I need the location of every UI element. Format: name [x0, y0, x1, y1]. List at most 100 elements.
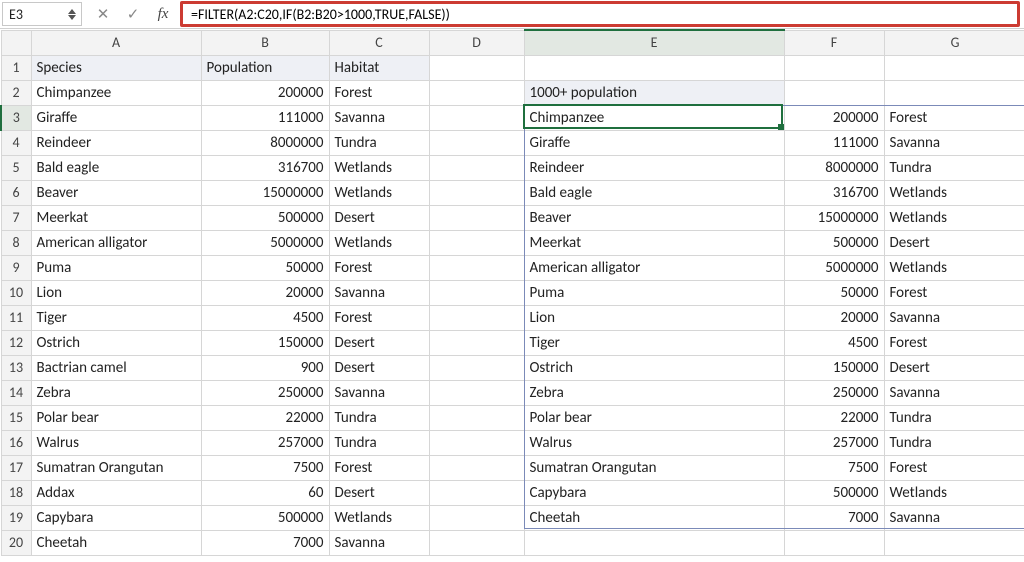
cell-F17[interactable]: 7500 [784, 455, 884, 480]
cell-E10[interactable]: Puma [524, 280, 784, 305]
cell-A13[interactable]: Bactrian camel [31, 355, 201, 380]
cell-D2[interactable] [429, 80, 524, 105]
cell-D16[interactable] [429, 430, 524, 455]
column-header-C[interactable]: C [329, 30, 429, 55]
accept-icon[interactable]: ✓ [124, 5, 142, 23]
cell-E13[interactable]: Ostrich [524, 355, 784, 380]
row-header-10[interactable]: 10 [1, 280, 31, 305]
row-header-2[interactable]: 2 [1, 80, 31, 105]
row-header-3[interactable]: 3 [1, 105, 31, 130]
cell-D20[interactable] [429, 530, 524, 555]
cell-G16[interactable]: Tundra [884, 430, 1024, 455]
cell-D7[interactable] [429, 205, 524, 230]
cell-E11[interactable]: Lion [524, 305, 784, 330]
cell-G11[interactable]: Savanna [884, 305, 1024, 330]
cell-C14[interactable]: Savanna [329, 380, 429, 405]
cell-B18[interactable]: 60 [201, 480, 329, 505]
cell-E12[interactable]: Tiger [524, 330, 784, 355]
row-header-15[interactable]: 15 [1, 405, 31, 430]
cell-F6[interactable]: 316700 [784, 180, 884, 205]
cell-A14[interactable]: Zebra [31, 380, 201, 405]
row-header-11[interactable]: 11 [1, 305, 31, 330]
cell-D9[interactable] [429, 255, 524, 280]
cell-D11[interactable] [429, 305, 524, 330]
cell-C20[interactable]: Savanna [329, 530, 429, 555]
cell-G9[interactable]: Wetlands [884, 255, 1024, 280]
cell-G14[interactable]: Savanna [884, 380, 1024, 405]
cell-B7[interactable]: 500000 [201, 205, 329, 230]
row-header-13[interactable]: 13 [1, 355, 31, 380]
row-header-12[interactable]: 12 [1, 330, 31, 355]
cell-E3[interactable]: Chimpanzee [524, 105, 784, 130]
cell-C18[interactable]: Desert [329, 480, 429, 505]
cell-E9[interactable]: American alligator [524, 255, 784, 280]
cell-B4[interactable]: 8000000 [201, 130, 329, 155]
cell-F14[interactable]: 250000 [784, 380, 884, 405]
cell-D3[interactable] [429, 105, 524, 130]
cell-C19[interactable]: Wetlands [329, 505, 429, 530]
row-header-4[interactable]: 4 [1, 130, 31, 155]
cell-D14[interactable] [429, 380, 524, 405]
cell-F18[interactable]: 500000 [784, 480, 884, 505]
cell-A16[interactable]: Walrus [31, 430, 201, 455]
cell-F13[interactable]: 150000 [784, 355, 884, 380]
column-header-G[interactable]: G [884, 30, 1024, 55]
row-header-8[interactable]: 8 [1, 230, 31, 255]
cell-A18[interactable]: Addax [31, 480, 201, 505]
cell-F16[interactable]: 257000 [784, 430, 884, 455]
cell-B2[interactable]: 200000 [201, 80, 329, 105]
cell-G10[interactable]: Forest [884, 280, 1024, 305]
row-header-18[interactable]: 18 [1, 480, 31, 505]
select-all-corner[interactable] [1, 30, 31, 55]
cell-F15[interactable]: 22000 [784, 405, 884, 430]
cell-B10[interactable]: 20000 [201, 280, 329, 305]
cell-A3[interactable]: Giraffe [31, 105, 201, 130]
cell-B16[interactable]: 257000 [201, 430, 329, 455]
cell-C4[interactable]: Tundra [329, 130, 429, 155]
cell-F20[interactable] [784, 530, 884, 555]
cell-G4[interactable]: Savanna [884, 130, 1024, 155]
column-header-F[interactable]: F [784, 30, 884, 55]
cell-B11[interactable]: 4500 [201, 305, 329, 330]
cell-C13[interactable]: Desert [329, 355, 429, 380]
cell-D17[interactable] [429, 455, 524, 480]
cell-D19[interactable] [429, 505, 524, 530]
cell-F3[interactable]: 200000 [784, 105, 884, 130]
cell-B20[interactable]: 7000 [201, 530, 329, 555]
cell-A20[interactable]: Cheetah [31, 530, 201, 555]
name-box-dropdown[interactable] [65, 3, 79, 25]
cell-C11[interactable]: Forest [329, 305, 429, 330]
row-header-1[interactable]: 1 [1, 55, 31, 80]
cell-E5[interactable]: Reindeer [524, 155, 784, 180]
cell-F9[interactable]: 5000000 [784, 255, 884, 280]
insert-function-icon[interactable]: fx [154, 5, 172, 23]
cell-G17[interactable]: Forest [884, 455, 1024, 480]
row-header-9[interactable]: 9 [1, 255, 31, 280]
cell-C15[interactable]: Tundra [329, 405, 429, 430]
cell-B15[interactable]: 22000 [201, 405, 329, 430]
cell-F8[interactable]: 500000 [784, 230, 884, 255]
cell-E17[interactable]: Sumatran Orangutan [524, 455, 784, 480]
cell-G15[interactable]: Tundra [884, 405, 1024, 430]
cell-C1[interactable]: Habitat [329, 55, 429, 80]
cell-D4[interactable] [429, 130, 524, 155]
cell-G2[interactable] [884, 80, 1024, 105]
cell-E14[interactable]: Zebra [524, 380, 784, 405]
cell-E20[interactable] [524, 530, 784, 555]
name-box[interactable]: E3 [2, 2, 82, 26]
cell-C17[interactable]: Forest [329, 455, 429, 480]
cell-E1[interactable] [524, 55, 784, 80]
cell-B5[interactable]: 316700 [201, 155, 329, 180]
column-header-B[interactable]: B [201, 30, 329, 55]
cell-F1[interactable] [784, 55, 884, 80]
cell-C7[interactable]: Desert [329, 205, 429, 230]
cell-C3[interactable]: Savanna [329, 105, 429, 130]
cell-C10[interactable]: Savanna [329, 280, 429, 305]
cell-G7[interactable]: Wetlands [884, 205, 1024, 230]
cell-A10[interactable]: Lion [31, 280, 201, 305]
cell-D5[interactable] [429, 155, 524, 180]
cell-E15[interactable]: Polar bear [524, 405, 784, 430]
cell-G5[interactable]: Tundra [884, 155, 1024, 180]
cell-F7[interactable]: 15000000 [784, 205, 884, 230]
cell-F19[interactable]: 7000 [784, 505, 884, 530]
